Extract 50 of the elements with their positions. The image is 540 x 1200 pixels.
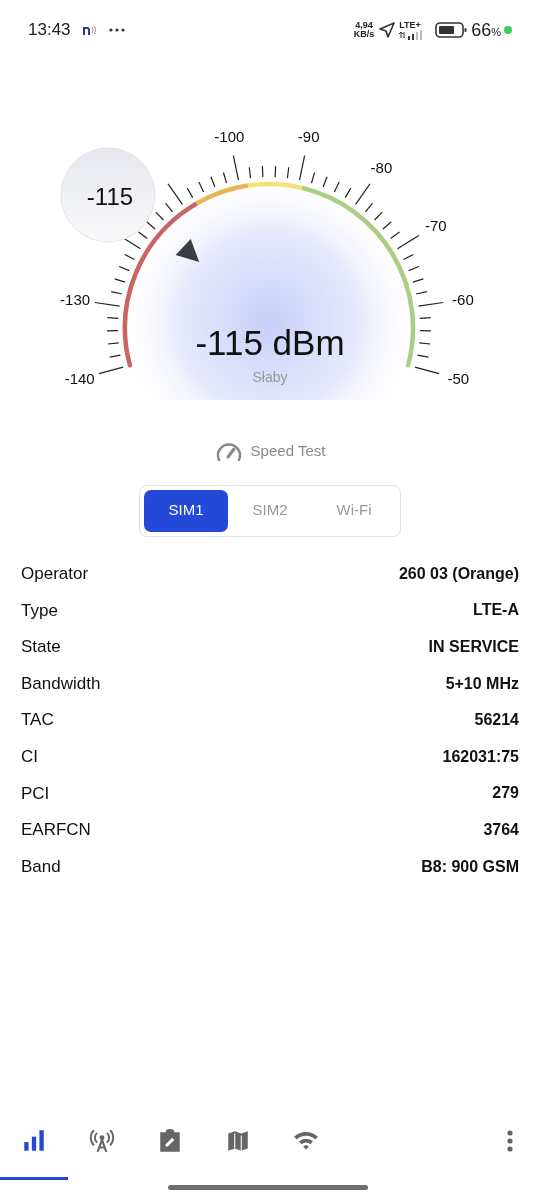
battery-icon <box>435 22 468 38</box>
sim-tab[interactable]: SIM1 <box>144 489 228 532</box>
info-label: Band <box>21 855 61 878</box>
scale-label: -100 <box>214 127 245 145</box>
info-label: Operator <box>21 563 89 586</box>
speed-test-link[interactable]: Speed Test <box>214 440 326 463</box>
info-label: CI <box>21 746 38 768</box>
scale-label: -90 <box>297 127 320 145</box>
info-value: 260 03 (Orange) <box>398 563 519 584</box>
location-icon <box>379 22 396 38</box>
sim-tab[interactable]: SIM2 <box>228 489 312 532</box>
scale-label: -70 <box>425 216 447 234</box>
speed-unit: KB/s <box>353 30 375 39</box>
status-time: 13:43 <box>28 19 71 42</box>
scale-label: -140 <box>64 370 95 388</box>
more-icon <box>108 28 125 32</box>
info-label: Bandwidth <box>21 672 101 695</box>
scale-label: -60 <box>452 291 474 309</box>
signal-reading: -115 dBm <box>195 322 345 362</box>
info-label: EARFCN <box>21 819 91 842</box>
percent-sign: % <box>491 26 501 41</box>
info-value: IN SERVICE <box>428 637 519 657</box>
antenna-icon <box>89 1128 115 1154</box>
info-value: LTE-A <box>473 600 519 621</box>
clipboard-edit-icon <box>157 1128 183 1154</box>
info-value: 56214 <box>474 710 519 731</box>
more-vertical-icon <box>507 1130 513 1152</box>
notification-icon <box>82 24 97 36</box>
info-label: TAC <box>21 709 54 732</box>
scale-label: -130 <box>60 291 91 309</box>
info-value: 162031:75 <box>442 746 519 767</box>
scale-label: -50 <box>447 370 470 388</box>
speedometer-icon <box>214 440 243 463</box>
info-value: 279 <box>492 783 519 804</box>
sim-tab[interactable]: Wi-Fi <box>312 489 396 532</box>
signal-quality: Słaby <box>252 369 288 385</box>
network-speed: 4,94 <box>355 21 373 30</box>
info-label: State <box>21 636 61 659</box>
info-label: PCI <box>21 782 50 805</box>
signal-bars-icon <box>21 1128 47 1154</box>
info-value: B8: 900 GSM <box>421 856 519 877</box>
gauge-pointer <box>175 239 200 263</box>
scale-label: -80 <box>370 158 393 176</box>
battery-percent: 66 <box>471 18 492 42</box>
map-icon <box>225 1128 251 1154</box>
bubble-value: -115 <box>86 182 134 210</box>
info-value: 3764 <box>483 819 519 840</box>
info-label: Type <box>21 599 58 622</box>
info-value: 5+10 MHz <box>445 673 519 694</box>
network-type: LTE+ <box>399 20 421 30</box>
